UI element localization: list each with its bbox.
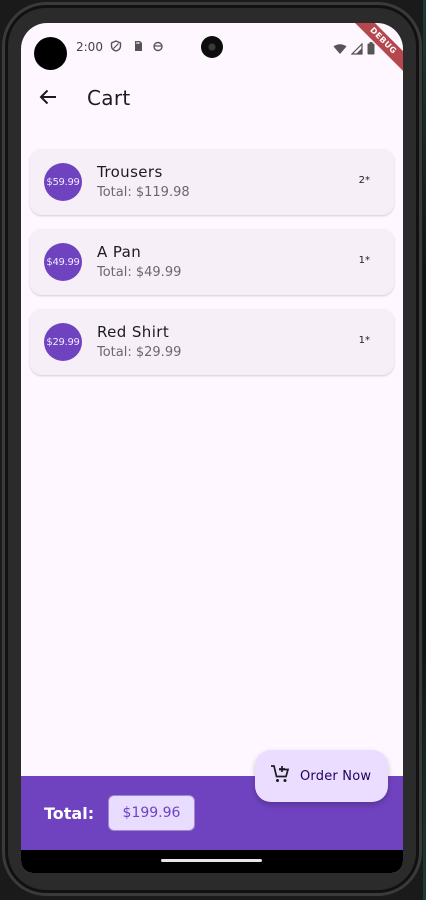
item-name: Red Shirt [97, 323, 170, 341]
back-button[interactable] [33, 84, 63, 114]
item-name: A Pan [97, 243, 142, 261]
cart-item[interactable]: $59.99 Trousers Total: $119.98 2* [30, 149, 394, 215]
total-label: Total: [44, 804, 95, 823]
item-quantity: 1* [358, 335, 370, 346]
arrow-back-icon [39, 88, 57, 110]
status-bar: 2:00 DEBUG [21, 23, 403, 75]
app-screen: 2:00 DEBUG Cart $59.99 Trousers Total: $… [21, 23, 403, 873]
item-total: Total: $29.99 [97, 345, 182, 360]
item-total: Total: $49.99 [97, 265, 182, 280]
status-icons-right [333, 40, 375, 59]
order-now-button[interactable]: Order Now [255, 750, 388, 802]
item-total: Total: $119.98 [97, 185, 190, 200]
cart-list: $59.99 Trousers Total: $119.98 2* $49.99… [30, 149, 394, 389]
cart-item[interactable]: $29.99 Red Shirt Total: $29.99 1* [30, 309, 394, 375]
app-bar: Cart [21, 78, 403, 120]
sd-card-icon [132, 40, 144, 52]
android-icon [152, 40, 164, 52]
add-shopping-cart-icon [270, 764, 290, 788]
status-avatar-dot [34, 37, 67, 70]
price-avatar: $29.99 [44, 323, 82, 361]
page-title: Cart [87, 86, 131, 110]
item-quantity: 2* [358, 175, 370, 186]
signal-icon [350, 40, 363, 59]
shield-icon [110, 40, 122, 52]
home-indicator[interactable] [161, 859, 262, 862]
front-camera [201, 36, 223, 58]
total-amount-chip: $199.96 [108, 795, 195, 831]
wifi-icon [333, 40, 347, 59]
item-quantity: 1* [358, 255, 370, 266]
price-avatar: $59.99 [44, 163, 82, 201]
order-now-label: Order Now [300, 768, 372, 784]
cart-item[interactable]: $49.99 A Pan Total: $49.99 1* [30, 229, 394, 295]
system-nav-bar [21, 850, 403, 873]
status-clock: 2:00 [76, 40, 103, 54]
item-name: Trousers [97, 163, 163, 181]
battery-icon [367, 40, 375, 59]
price-avatar: $49.99 [44, 243, 82, 281]
